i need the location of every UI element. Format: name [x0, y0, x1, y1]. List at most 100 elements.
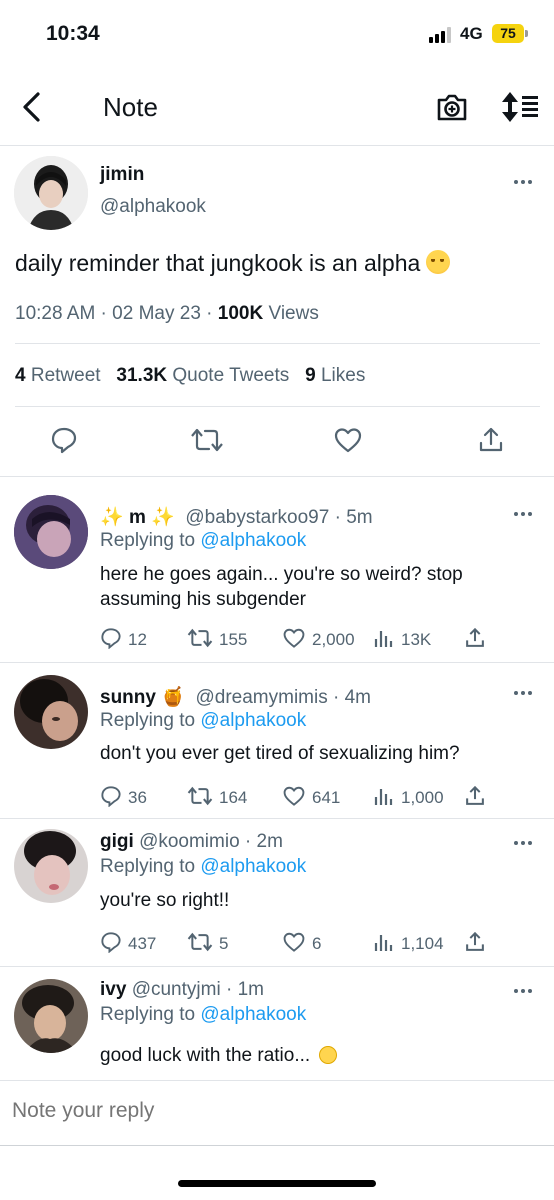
network-label: 4G [460, 24, 483, 43]
likes-count[interactable]: 9 [305, 365, 316, 386]
retweet-label[interactable]: Retweet [31, 365, 101, 386]
share-icon[interactable] [464, 627, 486, 649]
reply-author-name[interactable]: gigi [100, 831, 134, 852]
reply-author-handle[interactable]: @koomimio [139, 831, 240, 852]
reply-text-line: you're so right!! [100, 890, 230, 911]
views-count[interactable]: 13K [373, 627, 431, 651]
reply-header: gigi @koomimio · 2m [100, 831, 283, 852]
retweet-count[interactable]: 4 [15, 365, 26, 386]
tweet-meta: 10:28 AM · 02 May 23 · 100K Views [15, 303, 319, 324]
avatar[interactable] [14, 829, 88, 903]
reply-text: you're so right!! [100, 888, 229, 913]
more-options-icon[interactable] [514, 841, 534, 847]
like-heart-icon[interactable] [334, 426, 362, 454]
retweet-count[interactable]: 155 [187, 627, 247, 651]
reply-actions: 36 164 641 1,000 [0, 785, 554, 809]
reply-count[interactable]: 437 [100, 931, 156, 955]
like-count[interactable]: 6 [282, 931, 321, 955]
reply-count-value: 36 [128, 788, 147, 807]
camera-plus-icon[interactable] [436, 90, 468, 124]
reply-count[interactable]: 12 [100, 627, 147, 651]
replying-to-link[interactable]: @alphakook [200, 530, 306, 551]
views-bar-chart-icon[interactable] [373, 931, 395, 953]
reply-count-value: 437 [128, 934, 157, 953]
retweet-icon[interactable] [187, 627, 213, 649]
views-count[interactable]: 1,000 [373, 785, 444, 809]
replying-to-link[interactable]: @alphakook [200, 1004, 306, 1025]
reply-author-name[interactable]: ivy [100, 979, 126, 1000]
sparkles-icon: ✨ [100, 507, 124, 528]
sort-toggle-icon[interactable] [500, 90, 540, 124]
share-icon[interactable] [464, 785, 486, 807]
retweet-icon[interactable] [187, 931, 213, 953]
reply-icon[interactable] [100, 627, 122, 650]
views-bar-chart-icon[interactable] [373, 785, 395, 807]
tweet-text: daily reminder that jungkook is an alpha [15, 250, 451, 277]
battery-tip [525, 30, 528, 37]
retweet-icon[interactable] [187, 785, 213, 807]
views-count[interactable]: 1,104 [373, 931, 444, 955]
views-bar-chart-icon[interactable] [373, 627, 395, 649]
reply-composer [0, 1080, 554, 1146]
quote-count[interactable]: 31.3K [116, 365, 167, 386]
reply-age: 2m [256, 831, 283, 852]
replying-to-link[interactable]: @alphakook [200, 710, 306, 731]
replying-to-label: Replying to [100, 1004, 196, 1025]
reply-icon[interactable] [100, 785, 122, 808]
more-options-icon[interactable] [514, 180, 534, 186]
battery-icon: 75 [492, 24, 524, 43]
avatar[interactable] [14, 495, 88, 569]
divider [15, 343, 540, 344]
back-arrow-icon[interactable] [18, 90, 48, 124]
replying-to-label: Replying to [100, 530, 196, 551]
reply-icon[interactable] [50, 426, 78, 454]
author-name[interactable]: jimin [100, 164, 144, 186]
signal-icon [429, 27, 453, 43]
status-bar: 10:34 4G 75 [0, 0, 554, 70]
reply-count[interactable]: 36 [100, 785, 147, 809]
reply-author-handle[interactable]: @babystarkoo97 [185, 507, 329, 528]
like-heart-icon[interactable] [282, 931, 306, 953]
reply-author-name[interactable]: sunny [100, 687, 156, 708]
likes-label[interactable]: Likes [321, 365, 365, 386]
like-heart-icon[interactable] [282, 627, 306, 649]
like-count-value: 641 [312, 788, 341, 807]
like-count[interactable]: 641 [282, 785, 340, 809]
avatar[interactable] [14, 979, 88, 1053]
more-options-icon[interactable] [514, 512, 534, 518]
reply-author-handle[interactable]: @cuntyjmi [132, 979, 221, 1000]
retweet-icon[interactable] [190, 426, 224, 454]
replying-to: Replying to @alphakook [100, 530, 306, 552]
reply-input[interactable] [12, 1099, 532, 1123]
replying-to: Replying to @alphakook [100, 710, 306, 732]
reply-icon[interactable] [100, 931, 122, 954]
retweet-count[interactable]: 164 [187, 785, 247, 809]
views-count-value: 13K [401, 630, 432, 649]
divider [0, 818, 554, 819]
reply-author-handle[interactable]: @dreamymimis [195, 687, 327, 708]
more-options-icon[interactable] [514, 989, 534, 995]
views-count: 100K [217, 303, 264, 324]
reply-text: don't you ever get tired of sexualizing … [100, 741, 460, 766]
share-icon[interactable] [464, 931, 486, 953]
reply-age: 4m [344, 687, 372, 708]
replying-to-label: Replying to [100, 710, 196, 731]
author-handle[interactable]: @alphakook [100, 196, 206, 218]
reply-actions: 12 155 2,000 13K [0, 627, 554, 651]
quote-label[interactable]: Quote Tweets [172, 365, 289, 386]
retweet-count[interactable]: 5 [187, 931, 228, 955]
home-indicator[interactable] [178, 1180, 376, 1187]
share-icon[interactable] [477, 426, 505, 454]
more-options-icon[interactable] [514, 691, 534, 697]
replying-to-label: Replying to [100, 856, 196, 877]
reply-author-name[interactable]: m [129, 507, 146, 528]
like-heart-icon[interactable] [282, 785, 306, 807]
smiling-hearts-emoji-icon [426, 250, 451, 274]
like-count-value: 6 [312, 934, 322, 953]
avatar[interactable] [14, 156, 88, 230]
sparkles-icon: ✨ [151, 507, 175, 528]
replying-to-link[interactable]: @alphakook [200, 856, 306, 877]
like-count[interactable]: 2,000 [282, 627, 355, 651]
avatar[interactable] [14, 675, 88, 749]
reply-count-value: 12 [128, 630, 147, 649]
